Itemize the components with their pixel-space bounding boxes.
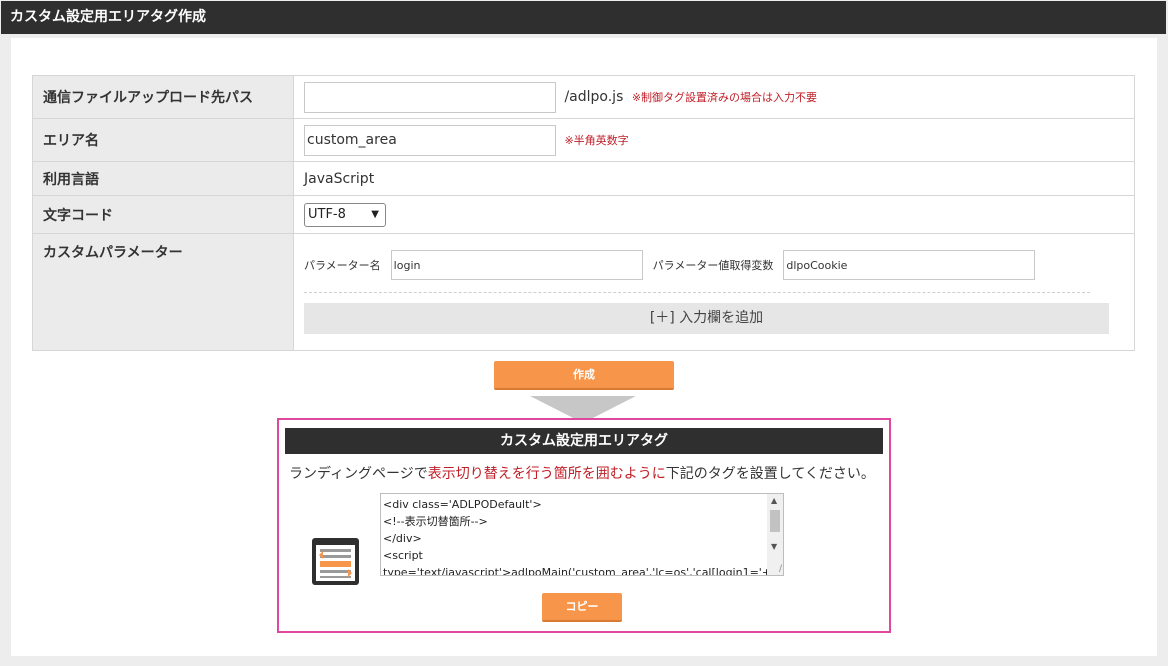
charset-select[interactable]: UTF-8 ▼ xyxy=(304,202,386,227)
result-title: カスタム設定用エリアタグ xyxy=(285,428,883,454)
settings-form: 通信ファイルアップロード先パス /adlpo.js ※制御タグ設置済みの場合は入… xyxy=(32,75,1135,351)
upload-path-note: ※制御タグ設置済みの場合は入力不要 xyxy=(631,91,818,104)
param-value-input[interactable]: dlpoCookie xyxy=(783,250,1036,280)
language-label: 利用言語 xyxy=(32,161,294,196)
upload-path-input[interactable] xyxy=(304,81,556,113)
result-panel: カスタム設定用エリアタグ ランディングページで表示切り替えを行う箇所を囲むように… xyxy=(277,418,891,633)
result-message-pre: ランディングページで xyxy=(289,466,428,482)
create-button[interactable]: 作成 xyxy=(494,361,674,390)
tag-code-textarea[interactable]: <div class='ADLPODefault'> <!--表示切替箇所-->… xyxy=(380,493,784,576)
charset-row: 文字コード UTF-8 ▼ xyxy=(32,195,1135,234)
add-field-button[interactable]: [＋] 入力欄を追加 xyxy=(304,303,1109,334)
code-scrollbar[interactable]: ▲ ▼ xyxy=(767,494,783,575)
tag-code: <div class='ADLPODefault'> <!--表示切替箇所-->… xyxy=(383,498,767,576)
area-name-row: エリア名 ※半角英数字 xyxy=(32,118,1135,162)
custom-params-cell: パラメーター名 login パラメーター値取得変数 dlpoCookie [＋]… xyxy=(293,233,1135,351)
chevron-down-icon: ▼ xyxy=(371,209,379,220)
area-name-input[interactable] xyxy=(304,124,556,156)
page-title: カスタム設定用エリアタグ作成 xyxy=(1,1,1166,34)
upload-path-suffix: /adlpo.js xyxy=(564,89,624,105)
area-name-cell: ※半角英数字 xyxy=(293,118,1135,162)
divider xyxy=(304,292,1090,293)
param-entry: パラメーター名 login パラメーター値取得変数 dlpoCookie xyxy=(304,250,1134,280)
upload-path-cell: /adlpo.js ※制御タグ設置済みの場合は入力不要 xyxy=(293,75,1135,119)
result-message-highlight: 表示切り替えを行う箇所を囲むように xyxy=(427,466,666,482)
main-panel: 通信ファイルアップロード先パス /adlpo.js ※制御タグ設置済みの場合は入… xyxy=(11,38,1157,656)
language-row: 利用言語 JavaScript xyxy=(32,161,1135,196)
param-name-label: パラメーター名 xyxy=(304,259,381,272)
param-name-input[interactable]: login xyxy=(390,250,643,280)
area-name-note: ※半角英数字 xyxy=(564,134,629,147)
upload-path-row: 通信ファイルアップロード先パス /adlpo.js ※制御タグ設置済みの場合は入… xyxy=(32,75,1135,119)
upload-path-label: 通信ファイルアップロード先パス xyxy=(32,75,294,119)
document-swap-icon xyxy=(312,538,359,585)
result-message: ランディングページで表示切り替えを行う箇所を囲むように下記のタグを設置してくださ… xyxy=(289,463,875,483)
charset-cell: UTF-8 ▼ xyxy=(293,195,1135,234)
scroll-down-icon[interactable]: ▼ xyxy=(771,542,777,551)
custom-params-row: カスタムパラメーター パラメーター名 login パラメーター値取得変数 dlp… xyxy=(32,233,1135,351)
copy-button[interactable]: コピー xyxy=(542,593,622,622)
scroll-thumb[interactable] xyxy=(770,510,780,532)
resize-grip-icon[interactable]: ∕ xyxy=(779,564,782,574)
custom-params-label: カスタムパラメーター xyxy=(32,233,294,351)
param-value-label: パラメーター値取得変数 xyxy=(652,259,774,272)
language-value: JavaScript xyxy=(293,161,1135,196)
scroll-up-icon[interactable]: ▲ xyxy=(771,496,777,505)
result-message-post: 下記のタグを設置してください。 xyxy=(665,466,875,482)
area-name-label: エリア名 xyxy=(32,118,294,162)
charset-selected: UTF-8 xyxy=(308,207,346,222)
charset-label: 文字コード xyxy=(32,195,294,234)
